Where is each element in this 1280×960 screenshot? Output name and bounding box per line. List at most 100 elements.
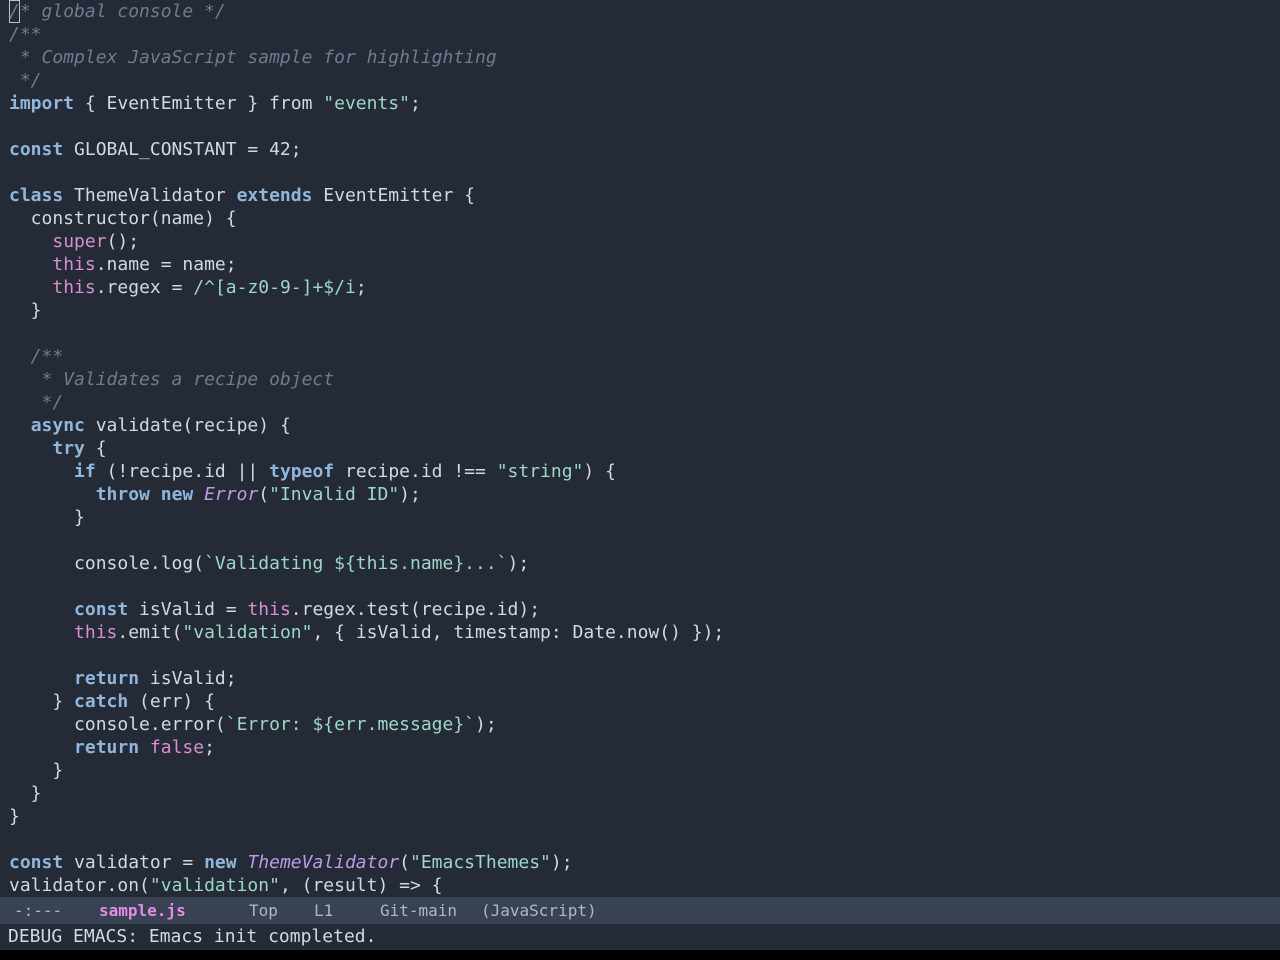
code-line[interactable]: /**: [9, 345, 64, 368]
code-token: );: [475, 714, 497, 735]
code-token: .regex.test(recipe.id);: [290, 599, 541, 620]
code-line[interactable]: * Complex JavaScript sample for highligh…: [9, 46, 497, 69]
code-token: ThemeValidator: [247, 852, 400, 873]
code-line[interactable]: validator.on("validation", (result) => {: [9, 874, 443, 897]
code-token: console.error(: [9, 714, 226, 735]
code-token: new: [160, 484, 194, 505]
code-token: this: [247, 599, 291, 620]
code-token: `Validating ${this.name}...`: [204, 553, 508, 574]
code-line[interactable]: return false;: [9, 736, 215, 759]
code-token: }: [9, 806, 20, 827]
code-token: /**: [9, 346, 64, 367]
code-token: .name = name;: [95, 254, 237, 275]
echo-area-message: DEBUG EMACS: Emacs init completed.: [8, 926, 377, 947]
code-token: */: [9, 70, 42, 91]
code-line[interactable]: }: [9, 506, 85, 529]
code-token: );: [399, 484, 421, 505]
code-token: "string": [496, 461, 584, 482]
code-line[interactable]: throw new Error("Invalid ID");: [9, 483, 421, 506]
code-token: const: [74, 599, 129, 620]
code-line[interactable]: console.error(`Error: ${err.message}`);: [9, 713, 497, 736]
text-cursor: /: [9, 0, 20, 23]
code-line[interactable]: if (!recipe.id || typeof recipe.id !== "…: [9, 460, 616, 483]
code-token: this: [74, 622, 118, 643]
code-line[interactable]: class ThemeValidator extends EventEmitte…: [9, 184, 475, 207]
code-line[interactable]: constructor(name) {: [9, 207, 237, 230]
code-line[interactable]: try {: [9, 437, 107, 460]
code-token: validator.on(: [9, 875, 150, 896]
code-token: constructor(name) {: [9, 208, 237, 229]
code-line[interactable]: }: [9, 805, 20, 828]
code-line[interactable]: super();: [9, 230, 139, 253]
code-line[interactable]: }: [9, 782, 42, 805]
code-token: Error: [204, 484, 259, 505]
window-bottom-edge: [0, 950, 1280, 960]
code-line[interactable]: console.log(`Validating ${this.name}...`…: [9, 552, 529, 575]
code-token: }: [9, 300, 42, 321]
code-line[interactable]: } catch (err) {: [9, 690, 215, 713]
code-line[interactable]: this.emit("validation", { isValid, times…: [9, 621, 724, 644]
modeline-buffer-name[interactable]: sample.js: [99, 897, 186, 924]
code-token: isValid =: [128, 599, 248, 620]
mode-line: -:--- sample.js Top L1 Git-main (JavaScr…: [0, 897, 1280, 924]
code-token: "events": [323, 93, 410, 114]
code-token: EventEmitter {: [312, 185, 475, 206]
code-line[interactable]: async validate(recipe) {: [9, 414, 291, 437]
editor-buffer[interactable]: /* global console *//** * Complex JavaSc…: [0, 0, 1280, 897]
code-token: , { isValid, timestamp: Date.now() });: [312, 622, 725, 643]
code-token: super: [52, 231, 107, 252]
code-line[interactable]: /**: [9, 23, 42, 46]
code-token: validator =: [63, 852, 205, 873]
code-token: {: [84, 438, 107, 459]
code-token: (: [258, 484, 270, 505]
code-line[interactable]: }: [9, 759, 63, 782]
code-token: ();: [106, 231, 140, 252]
code-token: }: [9, 691, 75, 712]
code-line[interactable]: this.name = name;: [9, 253, 237, 276]
code-token: /^[a-z0-9-]+$/i: [193, 277, 356, 298]
code-token: async: [30, 415, 85, 436]
modeline-status: -:---: [14, 901, 63, 920]
code-token: { EventEmitter } from: [74, 93, 324, 114]
code-token: const: [9, 139, 64, 160]
modeline-vcs-branch[interactable]: Git-main: [380, 897, 457, 924]
code-line[interactable]: * Validates a recipe object: [9, 368, 335, 391]
code-line[interactable]: */: [9, 391, 64, 414]
code-line[interactable]: return isValid;: [9, 667, 237, 690]
code-token: (err) {: [128, 691, 215, 712]
code-line[interactable]: /* global console */: [9, 0, 226, 23]
code-line[interactable]: import { EventEmitter } from "events";: [9, 92, 421, 115]
code-token: */: [9, 392, 64, 413]
code-line[interactable]: const validator = new ThemeValidator("Em…: [9, 851, 573, 874]
code-token: }: [9, 507, 85, 528]
code-line[interactable]: const isValid = this.regex.test(recipe.i…: [9, 598, 540, 621]
code-token: if: [74, 461, 96, 482]
echo-area: DEBUG EMACS: Emacs init completed.: [0, 924, 1280, 950]
code-token: (!recipe.id ||: [95, 461, 270, 482]
code-line[interactable]: this.regex = /^[a-z0-9-]+$/i;: [9, 276, 367, 299]
code-token: .regex =: [95, 277, 194, 298]
code-line[interactable]: }: [9, 299, 42, 322]
code-line[interactable]: const GLOBAL_CONSTANT = 42;: [9, 138, 302, 161]
code-token: const: [9, 852, 64, 873]
code-token: ;: [355, 277, 367, 298]
code-token: class: [9, 185, 64, 206]
code-token: validate(recipe) {: [84, 415, 291, 436]
code-token: return: [74, 737, 140, 758]
code-line[interactable]: */: [9, 69, 42, 92]
code-token: `Error: ${err.message}`: [225, 714, 475, 735]
modeline-major-mode[interactable]: (JavaScript): [481, 897, 597, 924]
